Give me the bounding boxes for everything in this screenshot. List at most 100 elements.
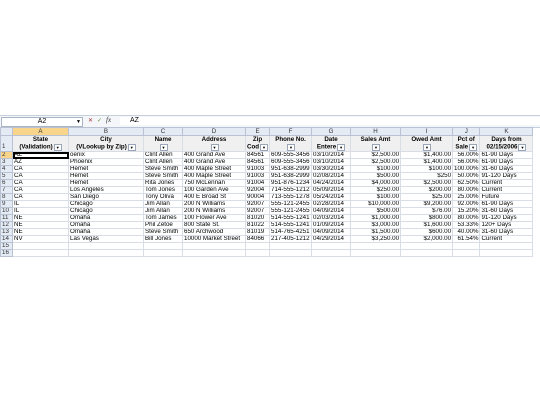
cell[interactable]: $1,600.00 [400,221,454,229]
column-header-b[interactable]: B [68,127,144,136]
select-all-corner[interactable] [0,127,13,136]
cell[interactable]: $250.00 [350,186,402,194]
cell[interactable]: CA [12,172,69,180]
cell[interactable]: CA [12,186,69,194]
cell[interactable]: 951-638-2999 [269,165,313,173]
insert-function-button[interactable]: fx [106,116,111,124]
cell[interactable]: 01/09/2014 [311,221,352,229]
cell[interactable]: 91-120 Days [479,172,534,180]
cell[interactable]: Omaha [68,228,144,236]
column-header-k[interactable]: K [479,127,534,136]
cell[interactable] [400,249,454,257]
cell[interactable]: 90004 [244,193,271,201]
cell[interactable]: oenix [68,151,144,159]
column-header-c[interactable]: C [143,127,183,136]
cell[interactable] [182,249,246,257]
cell[interactable]: 951-638-2999 [269,172,313,180]
cell[interactable]: $9,200.00 [400,200,454,208]
filter-dropdown-icon[interactable]: ▼ [53,144,62,151]
cell[interactable]: 02/03/2014 [311,214,352,222]
row-header[interactable]: 9 [0,200,13,208]
enter-icon[interactable]: ✓ [97,117,102,124]
cell[interactable]: 02/28/2014 [311,200,352,208]
cell[interactable]: 91003 [244,165,271,173]
cell[interactable]: 80.00% [452,214,481,222]
cell[interactable]: 91-120 Days [479,214,534,222]
row-header[interactable]: 1 [0,135,13,152]
cell[interactable] [12,242,69,250]
row-header[interactable]: 5 [0,172,13,180]
cell[interactable]: Clint Allen [143,158,183,166]
validation-dropdown-icon[interactable]: ▼ [68,152,69,159]
cell[interactable]: 100 Flower Ave [182,214,246,222]
cell[interactable]: 03/10/2014 [311,158,352,166]
cell[interactable]: 609-555-3456 [269,151,313,159]
formula-input[interactable]: AZ [120,117,540,125]
cell[interactable]: 555-121-2455 [269,207,313,215]
cell[interactable]: 514-555-1241 [269,214,313,222]
cell[interactable]: 53.33% [452,221,481,229]
active-cell[interactable]: AZ▼ [12,151,69,159]
cell[interactable]: 03/30/2014 [311,165,352,173]
cell[interactable]: 62.50% [452,179,481,187]
cell[interactable] [143,249,183,257]
filter-dropdown-icon[interactable]: ▼ [423,144,432,151]
cell[interactable]: 31-60 Days [479,207,534,215]
cell[interactable]: $1,000.00 [350,214,402,222]
filter-dropdown-icon[interactable]: ▼ [287,144,296,151]
cell[interactable]: 400 Maple Street [182,165,246,173]
cell[interactable] [311,249,352,257]
column-header-e[interactable]: E [244,127,271,136]
cell[interactable]: CA [12,193,69,201]
cell[interactable] [452,249,481,257]
name-box[interactable]: A2 ▼ [1,117,83,127]
cell[interactable]: Las Vegas [68,235,144,243]
cell[interactable]: 800 State St. [182,221,246,229]
cell[interactable]: $100.00 [350,193,402,201]
cell[interactable]: Hemet [68,172,144,180]
cell[interactable]: $500.00 [350,172,402,180]
cell[interactable]: $100.00 [400,165,454,173]
cell[interactable] [143,242,183,250]
cell[interactable]: NE [12,228,69,236]
cell[interactable] [12,249,69,257]
cell[interactable]: 92007 [244,200,271,208]
column-header-a[interactable]: A [12,127,69,136]
row-header[interactable]: 15 [0,242,13,250]
cell[interactable]: 750 McLennan [182,179,246,187]
filter-dropdown-icon[interactable]: ▼ [469,144,478,151]
cell[interactable]: $3,250.00 [350,235,402,243]
cell[interactable]: 61.54% [452,235,481,243]
cell[interactable]: $10,000.00 [350,200,402,208]
row-header[interactable]: 7 [0,186,13,194]
cell[interactable]: IL [12,207,69,215]
cell[interactable] [479,249,534,257]
cell[interactable] [68,249,144,257]
cell[interactable]: Clint Allen [143,151,183,159]
cell[interactable]: 100.00% [452,165,481,173]
row-header[interactable]: 14 [0,235,13,243]
cell[interactable]: 81022 [244,221,271,229]
cell[interactable]: 03/10/2014 [311,151,352,159]
cell[interactable]: $800.00 [400,214,454,222]
cell[interactable] [244,242,271,250]
cell[interactable]: 400 Maple Street [182,172,246,180]
cell[interactable]: Future [479,193,534,201]
cell[interactable]: 84561 [244,151,271,159]
cell[interactable]: 120+ Days [479,221,534,229]
cell[interactable]: NV [12,235,69,243]
cell[interactable] [244,249,271,257]
cell[interactable]: CA [12,179,69,187]
column-header-h[interactable]: H [350,127,402,136]
cell[interactable] [479,242,534,250]
cell[interactable]: 217-405-1212 [269,235,313,243]
cell[interactable] [350,242,402,250]
cell[interactable]: Chicago [68,200,144,208]
cell[interactable]: 84561 [244,158,271,166]
row-header[interactable]: 2 [0,151,13,159]
row-header[interactable]: 12 [0,221,13,229]
cell[interactable]: $4,000.00 [350,179,402,187]
filter-dropdown-icon[interactable]: ▼ [127,144,136,151]
row-header[interactable]: 16 [0,249,13,257]
cell[interactable]: 80.00% [452,186,481,194]
